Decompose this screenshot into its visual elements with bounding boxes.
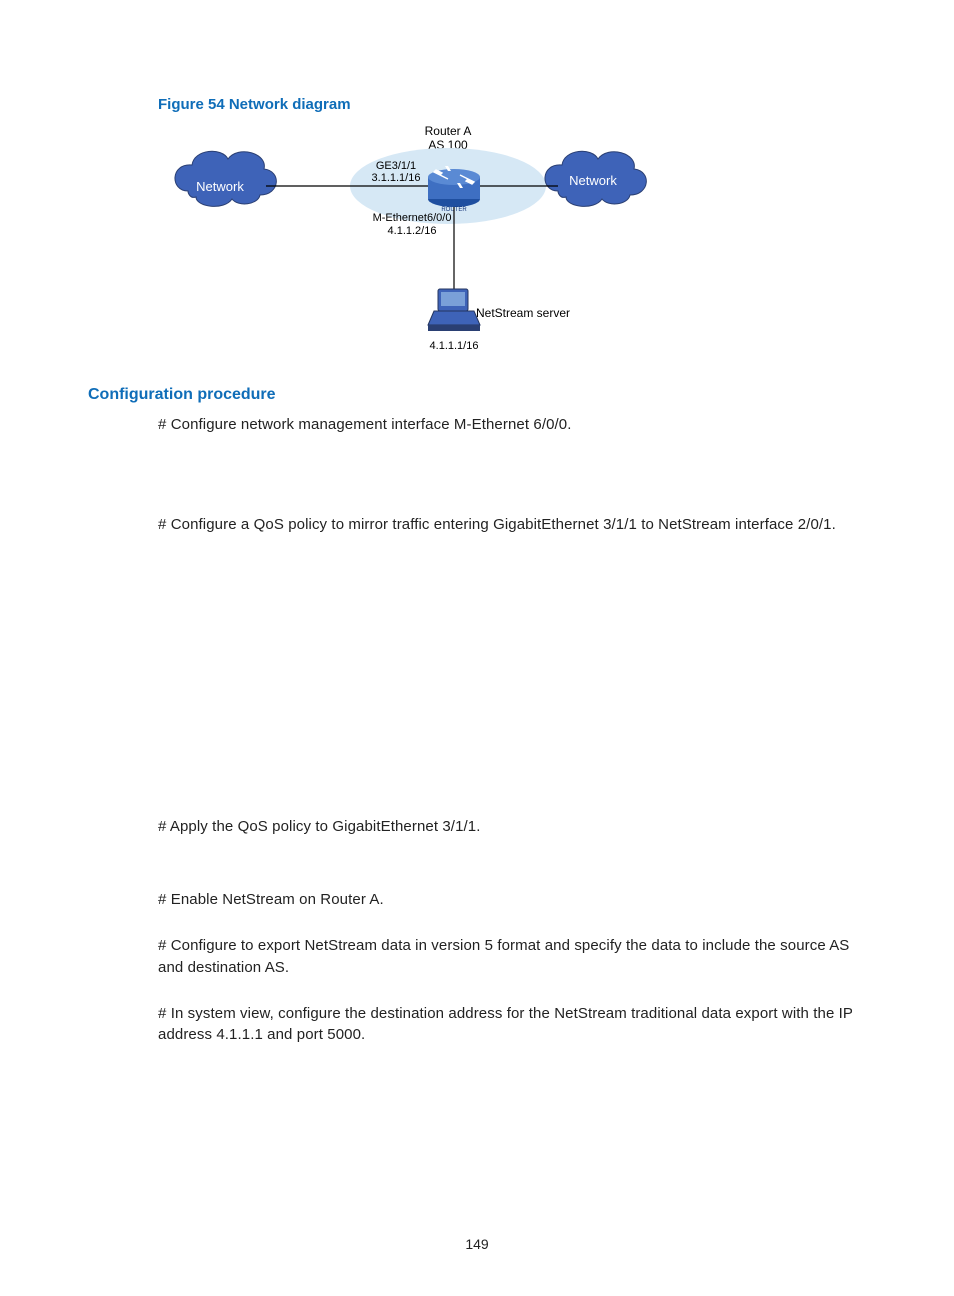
page: Figure 54 Network diagram Router A AS 10… xyxy=(0,0,954,1296)
server-label: NetStream server xyxy=(476,306,570,320)
if-mid-line1: M-Ethernet6/0/0 xyxy=(373,212,452,224)
paragraph-5: # Configure to export NetStream data in … xyxy=(158,935,866,979)
spacer xyxy=(88,979,866,1003)
paragraph-2: # Configure a QoS policy to mirror traff… xyxy=(158,514,866,536)
figure-caption: Figure 54 Network diagram xyxy=(158,96,866,113)
if-top-line2: 3.1.1.1/16 xyxy=(372,172,421,184)
diagram-svg: Router A AS 100 Network Network GE3/1/1 … xyxy=(158,121,678,361)
spacer xyxy=(88,536,866,816)
if-top-line1: GE3/1/1 xyxy=(376,160,416,172)
paragraph-4: # Enable NetStream on Router A. xyxy=(158,889,866,911)
section-heading: Configuration procedure xyxy=(88,386,866,404)
network-diagram: Router A AS 100 Network Network GE3/1/1 … xyxy=(158,121,866,366)
router-name-label: Router A xyxy=(425,124,472,138)
server-icon xyxy=(428,289,480,331)
paragraph-1: # Configure network management interface… xyxy=(158,414,866,436)
right-cloud: Network xyxy=(545,151,646,206)
right-cloud-label: Network xyxy=(569,173,617,188)
server-ip: 4.1.1.1/16 xyxy=(430,340,479,352)
spacer xyxy=(88,436,866,514)
page-number: 149 xyxy=(0,1236,954,1252)
left-cloud: Network xyxy=(175,151,276,206)
if-mid-line2: 4.1.1.2/16 xyxy=(388,225,437,237)
spacer xyxy=(88,837,866,889)
paragraph-6: # In system view, configure the destinat… xyxy=(158,1003,866,1047)
paragraph-3: # Apply the QoS policy to GigabitEtherne… xyxy=(158,816,866,838)
spacer xyxy=(88,911,866,935)
left-cloud-label: Network xyxy=(196,179,244,194)
